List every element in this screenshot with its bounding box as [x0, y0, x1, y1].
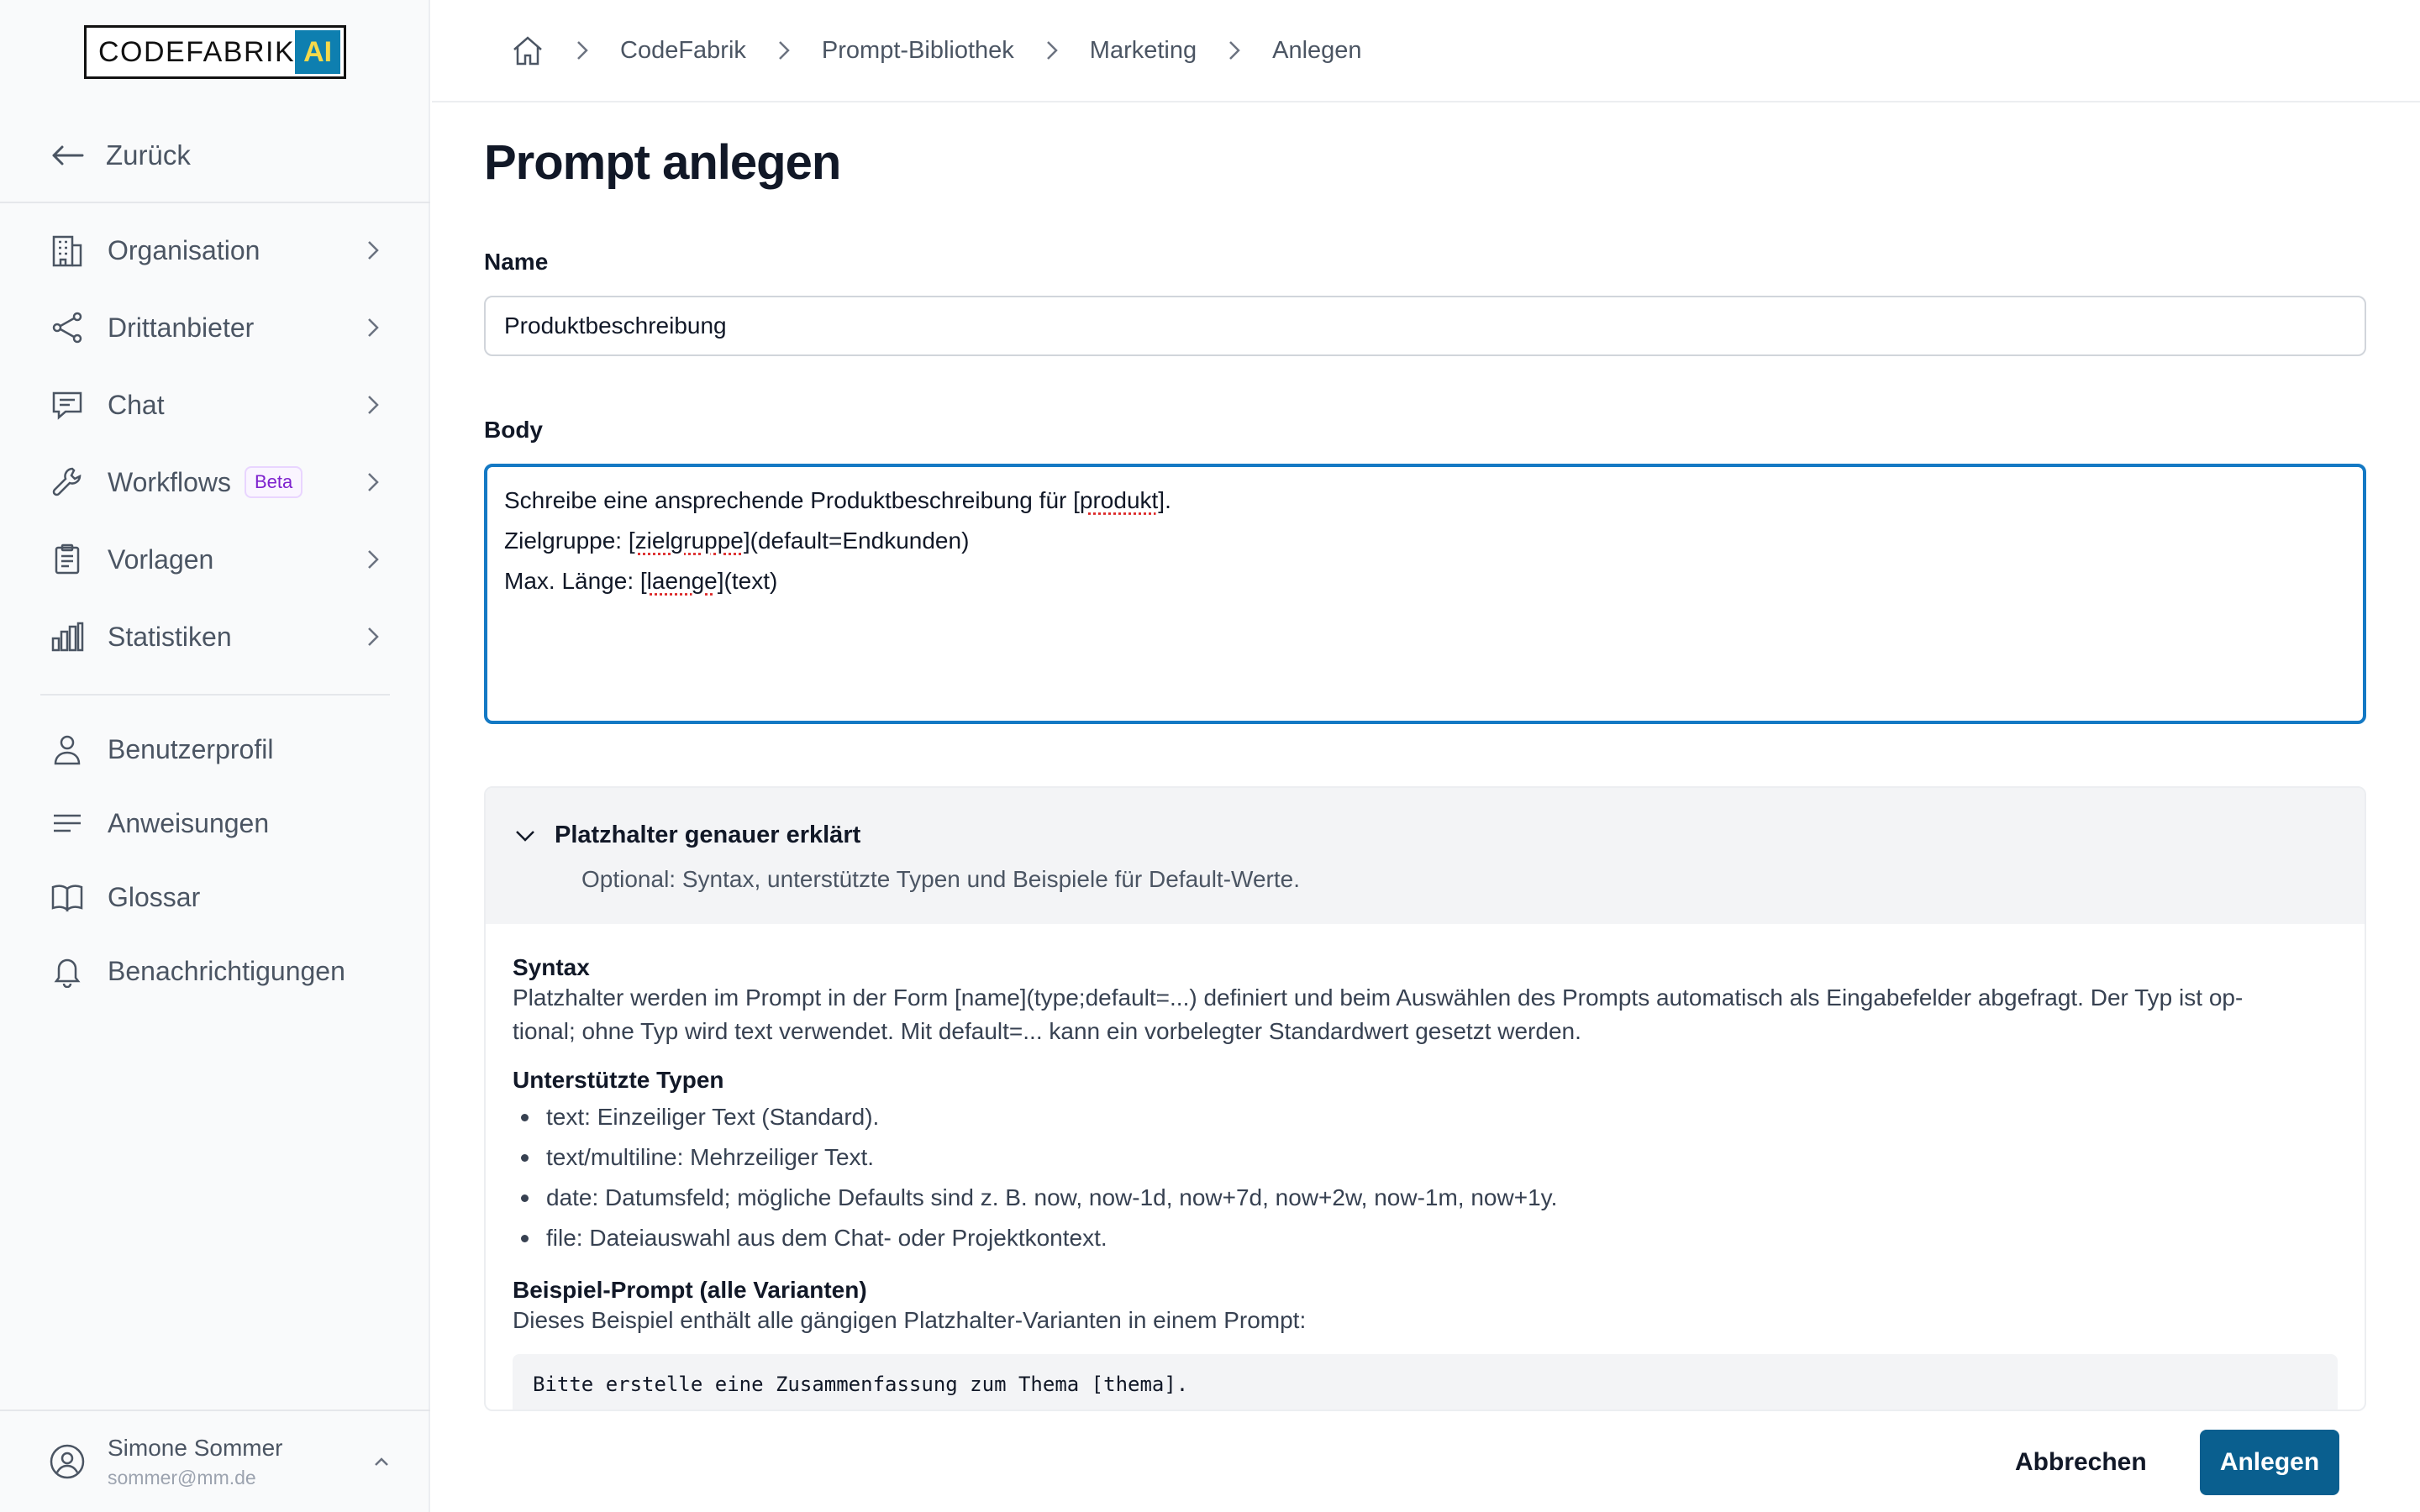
help-panel-body: Syntax Platzhalter werden im Prompt in d… — [486, 924, 2365, 1410]
sidebar-item-glossar[interactable]: Glossar — [49, 872, 385, 922]
divider — [0, 202, 430, 203]
chevron-right-icon — [368, 318, 379, 337]
breadcrumb: CodeFabrik Prompt-Bibliothek Marketing A… — [432, 0, 2420, 102]
sidebar-item-label: Workflows — [108, 466, 231, 497]
chevron-right-icon — [368, 627, 379, 646]
types-heading: Unterstützte Typen — [513, 1067, 724, 1093]
sidebar-item-benutzerprofil[interactable]: Benutzerprofil — [49, 724, 385, 774]
chevron-right-icon — [1043, 39, 1061, 62]
sidebar-item-label: Vorlagen — [108, 543, 214, 575]
chevron-right-icon — [368, 396, 379, 414]
sidebar-item-label: Drittanbieter — [108, 312, 255, 343]
sidebar-item-vorlagen[interactable]: Vorlagen — [49, 534, 385, 585]
example-heading: Beispiel-Prompt (alle Varianten) — [513, 1277, 867, 1303]
bell-icon — [49, 953, 86, 990]
breadcrumb-item[interactable]: Marketing — [1090, 37, 1197, 65]
sidebar-item-label: Anweisungen — [108, 807, 270, 838]
bar-chart-icon — [49, 618, 86, 655]
syntax-text: tional; ohne Typ wird text verwendet. Mi… — [513, 1018, 1581, 1044]
breadcrumb-item[interactable]: Prompt-Bibliothek — [822, 37, 1014, 65]
body-line: Max. Länge: [laenge](text) — [504, 568, 778, 594]
sidebar-item-drittanbieter[interactable]: Drittanbieter — [49, 302, 385, 353]
lines-icon — [49, 805, 86, 842]
placeholder-help-panel: Platzhalter genauer erklärt Optional: Sy… — [484, 786, 2366, 1411]
list-item: date: Datumsfeld; mögliche Defaults sind… — [513, 1178, 2338, 1218]
sidebar-item-organisation[interactable]: Organisation — [49, 225, 385, 276]
sidebar-item-statistiken[interactable]: Statistiken — [49, 612, 385, 662]
body-line: Zielgruppe: [zielgruppe](default=Endkund… — [504, 528, 970, 554]
sidebar-item-label: Chat — [108, 389, 165, 420]
sidebar-item-label: Glossar — [108, 881, 201, 912]
sidebar-item-benachrichtigungen[interactable]: Benachrichtigungen — [49, 946, 385, 996]
name-input[interactable] — [484, 296, 2366, 356]
user-menu[interactable]: Simone Sommer sommer@mm.de — [49, 1428, 393, 1495]
sidebar-item-chat[interactable]: Chat — [49, 380, 385, 430]
syntax-text: Platzhalter werden im Prompt in der Form… — [513, 984, 2244, 1011]
beta-badge: Beta — [244, 466, 303, 498]
back-link[interactable]: Zurück — [50, 134, 191, 176]
help-panel-title: Platzhalter genauer erklärt — [555, 822, 861, 848]
clipboard-icon — [49, 541, 86, 578]
chevron-right-icon — [775, 39, 793, 62]
example-code: Bitte erstelle eine Zusammenfassung zum … — [513, 1354, 2338, 1410]
sidebar-item-label: Organisation — [108, 234, 260, 265]
arrow-left-icon — [52, 145, 84, 165]
create-button[interactable]: Anlegen — [2200, 1430, 2339, 1495]
divider — [0, 1410, 430, 1411]
logo[interactable]: CODEFABRIK AI — [84, 25, 346, 79]
page-title: Prompt anlegen — [484, 135, 841, 190]
list-item: text: Einzeiliger Text (Standard). — [513, 1097, 2338, 1137]
breadcrumb-item[interactable]: CodeFabrik — [620, 37, 746, 65]
sidebar-item-label: Statistiken — [108, 621, 232, 652]
sidebar-item-workflows[interactable]: Workflows Beta — [49, 457, 385, 507]
home-icon[interactable] — [511, 34, 544, 67]
building-icon — [49, 232, 86, 269]
divider — [40, 694, 390, 696]
list-item: file: Dateiauswahl aus dem Chat- oder Pr… — [513, 1218, 2338, 1258]
syntax-heading: Syntax — [513, 954, 590, 980]
logo-badge: AI — [295, 30, 340, 74]
user-name: Simone Sommer — [108, 1434, 283, 1461]
sidebar-item-label: Benutzerprofil — [108, 733, 274, 764]
types-list: text: Einzeiliger Text (Standard). text/… — [513, 1097, 2338, 1258]
name-label: Name — [484, 249, 549, 275]
form-footer: Abbrechen Anlegen — [432, 1411, 2420, 1512]
sidebar: CODEFABRIK AI Zurück Organisation Dritta… — [0, 0, 430, 1512]
book-icon — [49, 879, 86, 916]
share-icon — [49, 309, 86, 346]
chevron-right-icon — [1225, 39, 1244, 62]
body-line: Schreibe eine ansprechende Produktbeschr… — [504, 487, 1171, 513]
body-textarea[interactable]: Schreibe eine ansprechende Produktbeschr… — [484, 464, 2366, 724]
cancel-button[interactable]: Abbrechen — [1990, 1430, 2172, 1495]
breadcrumb-current: Anlegen — [1272, 36, 1362, 64]
sidebar-item-label: Benachrichtigungen — [108, 955, 345, 986]
avatar-icon — [50, 1444, 85, 1479]
chevron-right-icon — [368, 473, 379, 491]
chevron-right-icon — [573, 39, 592, 62]
chevron-up-icon — [375, 1457, 388, 1466]
help-panel-toggle[interactable]: Platzhalter genauer erklärt Optional: Sy… — [486, 788, 2365, 924]
back-label: Zurück — [106, 139, 191, 171]
chevron-right-icon — [368, 550, 379, 569]
list-item: text/multiline: Mehrzeiliger Text. — [513, 1137, 2338, 1178]
chat-icon — [49, 386, 86, 423]
chevron-down-icon — [516, 830, 534, 842]
user-info: Simone Sommer sommer@mm.de — [108, 1435, 370, 1489]
user-icon — [49, 731, 86, 768]
body-label: Body — [484, 417, 543, 443]
logo-text: CODEFABRIK — [98, 35, 296, 68]
chevron-right-icon — [368, 241, 379, 260]
user-email: sommer@mm.de — [108, 1466, 256, 1488]
help-panel-subtitle: Optional: Syntax, unterstützte Typen und… — [581, 866, 1300, 892]
example-text: Dieses Beispiel enthält alle gängigen Pl… — [513, 1307, 1307, 1333]
sidebar-item-anweisungen[interactable]: Anweisungen — [49, 798, 385, 848]
wrench-icon — [49, 464, 86, 501]
